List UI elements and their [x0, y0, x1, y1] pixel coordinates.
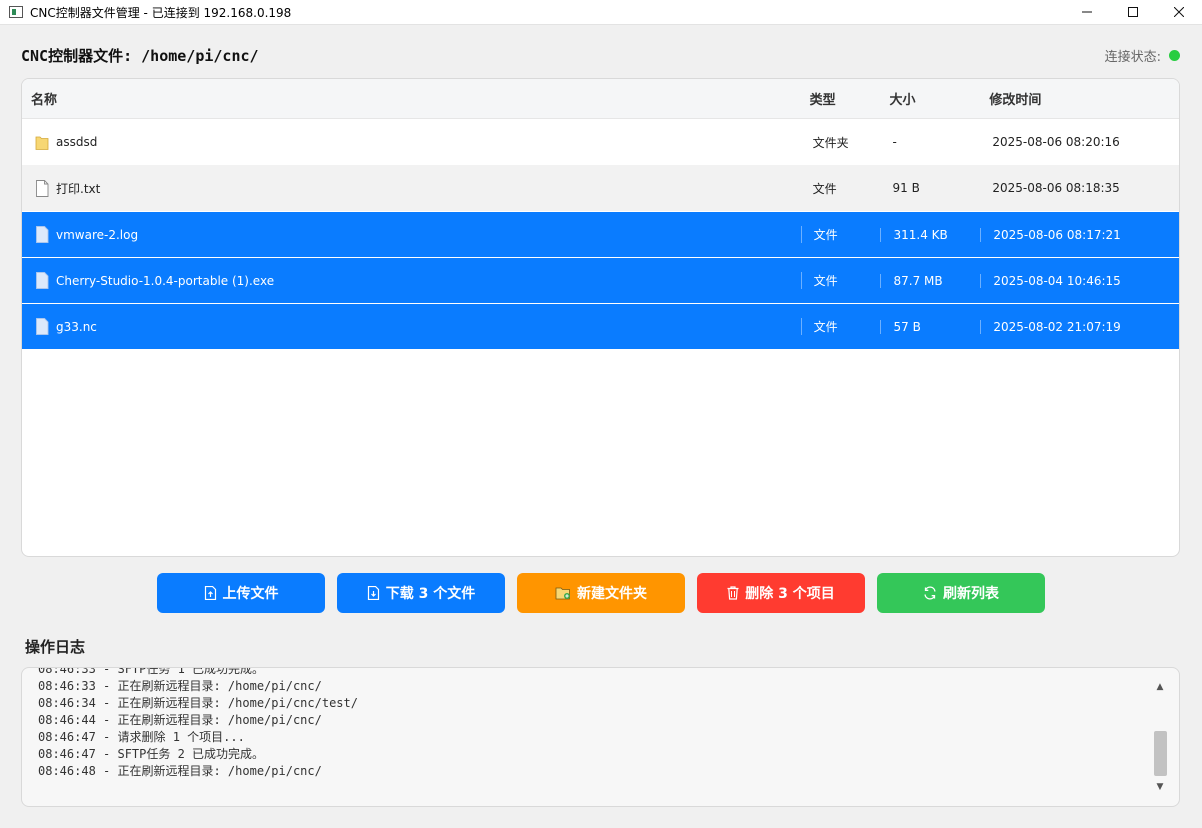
refresh-icon: [924, 586, 936, 600]
log-line: 08:46:44 - 正在刷新远程目录: /home/pi/cnc/: [38, 713, 322, 727]
folder-icon: [35, 136, 49, 150]
file-name: g33.nc: [56, 319, 97, 334]
scroll-up-icon[interactable]: ▲: [1153, 680, 1167, 694]
file-mtime: 2025-08-06 08:20:16: [992, 135, 1120, 149]
file-icon: [36, 272, 49, 289]
column-header-size[interactable]: 大小: [881, 89, 981, 108]
file-name: assdsd: [56, 135, 98, 149]
upload-button-label: 上传文件: [222, 586, 279, 602]
table-header: 名称 类型 大小 修改时间: [22, 79, 1179, 119]
scrollbar-thumb[interactable]: [1154, 731, 1167, 776]
window-title: CNC控制器文件管理 - 已连接到 192.168.0.198: [30, 5, 292, 20]
maximize-icon: [1128, 7, 1138, 17]
file-type: 文件: [800, 272, 881, 289]
table-row[interactable]: 打印.txt 文件 91 B 2025-08-06 08:18:35: [22, 165, 1179, 211]
table-row[interactable]: vmware-2.log 文件 311.4 KB 2025-08-06 08:1…: [22, 211, 1179, 257]
app-icon: [9, 6, 23, 18]
new-folder-icon: [555, 587, 570, 600]
file-size: 57 B: [880, 319, 980, 334]
maximize-button[interactable]: [1110, 0, 1156, 24]
upload-file-icon: [204, 586, 216, 600]
column-header-type[interactable]: 类型: [801, 89, 881, 108]
file-size: 311.4 KB: [880, 227, 980, 242]
new-folder-button[interactable]: 新建文件夹: [517, 573, 685, 613]
file-type: 文件夹: [812, 135, 849, 150]
log-line: 08:46:34 - 正在刷新远程目录: /home/pi/cnc/test/: [38, 696, 358, 710]
delete-button-label: 删除 3 个项目: [745, 586, 835, 602]
file-name: Cherry-Studio-1.0.4-portable (1).exe: [56, 273, 275, 288]
connection-status: 连接状态:: [1105, 46, 1180, 65]
refresh-button[interactable]: 刷新列表: [877, 573, 1045, 613]
window-controls: [1064, 0, 1202, 24]
log-lines: 08:46:33 - SFTP任务 1 已成功完成。 08:46:33 - 正在…: [38, 668, 1149, 780]
table-row[interactable]: g33.nc 文件 57 B 2025-08-02 21:07:19: [22, 303, 1179, 349]
delete-button[interactable]: 删除 3 个项目: [697, 573, 865, 613]
window-titlebar: CNC控制器文件管理 - 已连接到 192.168.0.198: [0, 0, 1202, 25]
minimize-button[interactable]: [1064, 0, 1110, 24]
table-row[interactable]: assdsd 文件夹 - 2025-08-06 08:20:16: [22, 119, 1179, 165]
log-title: 操作日志: [25, 638, 86, 656]
connection-indicator-icon: [1169, 50, 1180, 61]
log-line: 08:46:47 - 请求删除 1 个项目...: [38, 730, 245, 744]
file-size: -: [892, 135, 897, 149]
file-size: 91 B: [892, 181, 920, 195]
download-button[interactable]: 下载 3 个文件: [337, 573, 505, 613]
download-button-label: 下载 3 个文件: [385, 586, 476, 602]
log-line: 08:46:47 - SFTP任务 2 已成功完成。: [38, 747, 265, 761]
trash-icon: [727, 586, 739, 600]
log-line: 08:46:33 - SFTP任务 1 已成功完成。: [38, 667, 265, 676]
download-file-icon: [367, 586, 379, 600]
file-type: 文件: [812, 181, 837, 196]
upload-button[interactable]: 上传文件: [157, 573, 325, 613]
log-line: 08:46:48 - 正在刷新远程目录: /home/pi/cnc/: [38, 764, 322, 778]
refresh-button-label: 刷新列表: [943, 586, 999, 602]
file-size: 87.7 MB: [880, 273, 980, 288]
new-folder-button-label: 新建文件夹: [577, 586, 647, 602]
column-header-mtime[interactable]: 修改时间: [980, 89, 1179, 108]
file-type: 文件: [800, 226, 881, 243]
file-type: 文件: [800, 318, 881, 335]
table-row[interactable]: Cherry-Studio-1.0.4-portable (1).exe 文件 …: [22, 257, 1179, 303]
file-table: 名称 类型 大小 修改时间 assdsd 文件夹 - 2025-08-06 08…: [21, 78, 1180, 557]
file-name: 打印.txt: [56, 181, 101, 196]
action-bar: 上传文件 下载 3 个文件 新建文件夹 删除 3 个项目 刷新列表: [157, 573, 1045, 613]
file-name: vmware-2.log: [56, 227, 139, 242]
file-icon: [36, 226, 49, 243]
file-icon: [36, 179, 49, 197]
log-line: 08:46:33 - 正在刷新远程目录: /home/pi/cnc/: [38, 679, 322, 693]
column-header-name[interactable]: 名称: [22, 89, 801, 108]
current-path-label: CNC控制器文件: /home/pi/cnc/: [21, 47, 259, 65]
file-mtime: 2025-08-06 08:18:35: [992, 181, 1120, 195]
connection-status-label: 连接状态:: [1104, 50, 1161, 65]
log-panel[interactable]: 08:46:33 - SFTP任务 1 已成功完成。 08:46:33 - 正在…: [21, 667, 1180, 807]
log-scrollbar[interactable]: ▲ ▼: [1153, 680, 1167, 794]
file-icon: [36, 318, 49, 335]
scroll-down-icon[interactable]: ▼: [1153, 780, 1167, 794]
close-icon: [1174, 7, 1184, 17]
minimize-icon: [1082, 11, 1092, 13]
file-mtime: 2025-08-06 08:17:21: [980, 227, 1179, 242]
file-mtime: 2025-08-04 10:46:15: [980, 273, 1179, 288]
file-mtime: 2025-08-02 21:07:19: [980, 319, 1179, 334]
close-button[interactable]: [1156, 0, 1202, 24]
